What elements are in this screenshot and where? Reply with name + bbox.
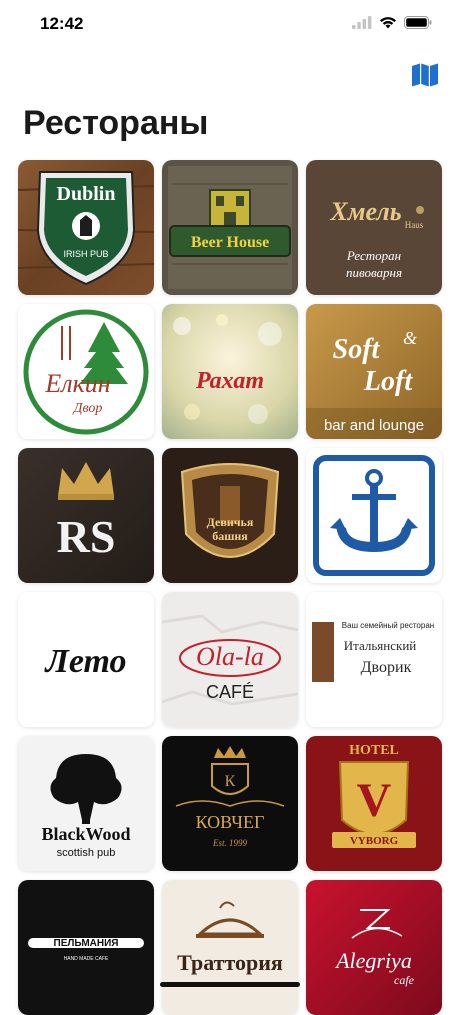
trattoria-name: Траттория [177, 950, 283, 975]
hmel-line1: Ресторан [346, 248, 401, 263]
alegriya-name: Alegriya [334, 948, 412, 973]
beer-house-logo: Beer House [162, 160, 298, 295]
dublin-subtitle: IRISH PUB [63, 249, 108, 259]
soft-loft-logo: Soft & Loft bar and lounge [306, 304, 442, 439]
blackwood-subtitle: scottish pub [57, 847, 116, 859]
pelmaniya-subtitle: HAND MADE CAFE [64, 956, 109, 962]
hmel-subtitle: Haus [405, 220, 424, 230]
devichya-name: Девичья [207, 515, 254, 529]
devichya-subtitle: башня [212, 529, 248, 543]
map-button[interactable] [410, 62, 440, 88]
soft-amp: & [403, 328, 417, 348]
devichya-bashnya-logo: Девичья башня [162, 448, 298, 583]
beer-house-name: Beer House [191, 234, 269, 251]
alegriya-subtitle: cafe [394, 973, 415, 987]
italyansky-name: Итальянский [344, 638, 417, 653]
rahat-name: Рахат [195, 368, 264, 394]
home-indicator[interactable] [160, 982, 300, 987]
anchor-logo [306, 448, 442, 583]
pelmaniya-name: ПЕЛЬМАНИЯ [54, 938, 119, 949]
kovcheg-subtitle: Est. 1999 [212, 838, 248, 848]
battery-icon [404, 16, 432, 29]
status-bar: 12:42 [0, 0, 460, 50]
blackwood-name: BlackWood [41, 824, 130, 844]
restaurant-tile-soft-loft[interactable]: Soft & Loft bar and lounge [306, 304, 442, 439]
restaurant-tile-kovcheg[interactable]: К КОВЧЕГ Est. 1999 [162, 736, 298, 871]
restaurant-tile-alegriya[interactable]: Alegriya cafe [306, 880, 442, 1015]
ola-la-logo: Ola-la CAFÉ [162, 592, 298, 727]
elkin-subtitle: Двор [72, 401, 103, 416]
restaurant-tile-dublin[interactable]: Dublin IRISH PUB [18, 160, 154, 295]
navigation-bar [0, 54, 460, 98]
restaurant-tile-hotel-vyborg[interactable]: HOTEL V VYBORG [306, 736, 442, 871]
kovcheg-letter: К [225, 773, 236, 790]
restaurant-tile-beer-house[interactable]: Beer House [162, 160, 298, 295]
restaurant-tile-devichya-bashnya[interactable]: Девичья башня [162, 448, 298, 583]
italyansky-subtitle: Дворик [361, 659, 412, 676]
hotel-vyborg-logo: HOTEL V VYBORG [306, 736, 442, 871]
status-icons [352, 16, 432, 29]
restaurant-tile-italyansky-dvorik[interactable]: Ваш семейный ресторан Итальянский Дворик [306, 592, 442, 727]
hmel-line2: пивоварня [346, 265, 402, 280]
leto-name: Лето [44, 643, 127, 680]
restaurant-grid: Dublin IRISH PUB Beer House Хмель Haus Р… [18, 160, 442, 1015]
restaurant-tile-trattoria[interactable]: Траттория [162, 880, 298, 1015]
elkin-dvor-logo: Елкин Двор [18, 304, 154, 439]
italyansky-tagline: Ваш семейный ресторан [342, 621, 434, 630]
status-time: 12:42 [40, 14, 84, 33]
cellular-signal-icon [352, 16, 372, 29]
elkin-name: Елкин [44, 369, 110, 398]
rahat-logo: Рахат [162, 304, 298, 439]
restaurant-tile-ola-la[interactable]: Ola-la CAFÉ [162, 592, 298, 727]
hotel-label: HOTEL [349, 743, 399, 758]
soft-name: Soft [333, 334, 381, 365]
loft-name: Loft [363, 366, 413, 397]
restaurant-tile-pelmaniya[interactable]: ПЕЛЬМАНИЯ HAND MADE CAFE [18, 880, 154, 1015]
vyborg-name: VYBORG [350, 835, 399, 847]
hmel-name: Хмель [329, 197, 401, 226]
restaurant-tile-blackwood[interactable]: BlackWood scottish pub [18, 736, 154, 871]
dublin-name: Dublin [57, 183, 116, 205]
wifi-icon [380, 17, 396, 29]
ola-la-subtitle: CAFÉ [206, 682, 254, 702]
blackwood-logo: BlackWood scottish pub [18, 736, 154, 871]
rs-name: RS [57, 511, 116, 562]
italyansky-dvorik-logo: Ваш семейный ресторан Итальянский Дворик [306, 592, 442, 727]
map-icon [412, 63, 438, 87]
vyborg-letter: V [357, 774, 392, 827]
restaurant-tile-rahat[interactable]: Рахат [162, 304, 298, 439]
restaurant-tile-rs[interactable]: RS [18, 448, 154, 583]
page-title: Рестораны [23, 104, 209, 142]
hmel-logo: Хмель Haus Ресторан пивоварня [306, 160, 442, 295]
trattoria-logo: Траттория [162, 880, 298, 1015]
rs-logo: RS [18, 448, 154, 583]
pelmaniya-logo: ПЕЛЬМАНИЯ HAND MADE CAFE [18, 880, 154, 1015]
restaurant-tile-anchor[interactable] [306, 448, 442, 583]
ola-la-name: Ola-la [196, 642, 264, 671]
restaurant-tile-elkin-dvor[interactable]: Елкин Двор [18, 304, 154, 439]
dublin-logo: Dublin IRISH PUB [18, 160, 154, 295]
restaurant-tile-leto[interactable]: Лето [18, 592, 154, 727]
leto-logo: Лето [18, 592, 154, 727]
alegriya-logo: Alegriya cafe [306, 880, 442, 1015]
soft-loft-tagline: bar and lounge [324, 417, 424, 434]
kovcheg-logo: К КОВЧЕГ Est. 1999 [162, 736, 298, 871]
kovcheg-name: КОВЧЕГ [196, 812, 265, 832]
restaurant-tile-hmel[interactable]: Хмель Haus Ресторан пивоварня [306, 160, 442, 295]
